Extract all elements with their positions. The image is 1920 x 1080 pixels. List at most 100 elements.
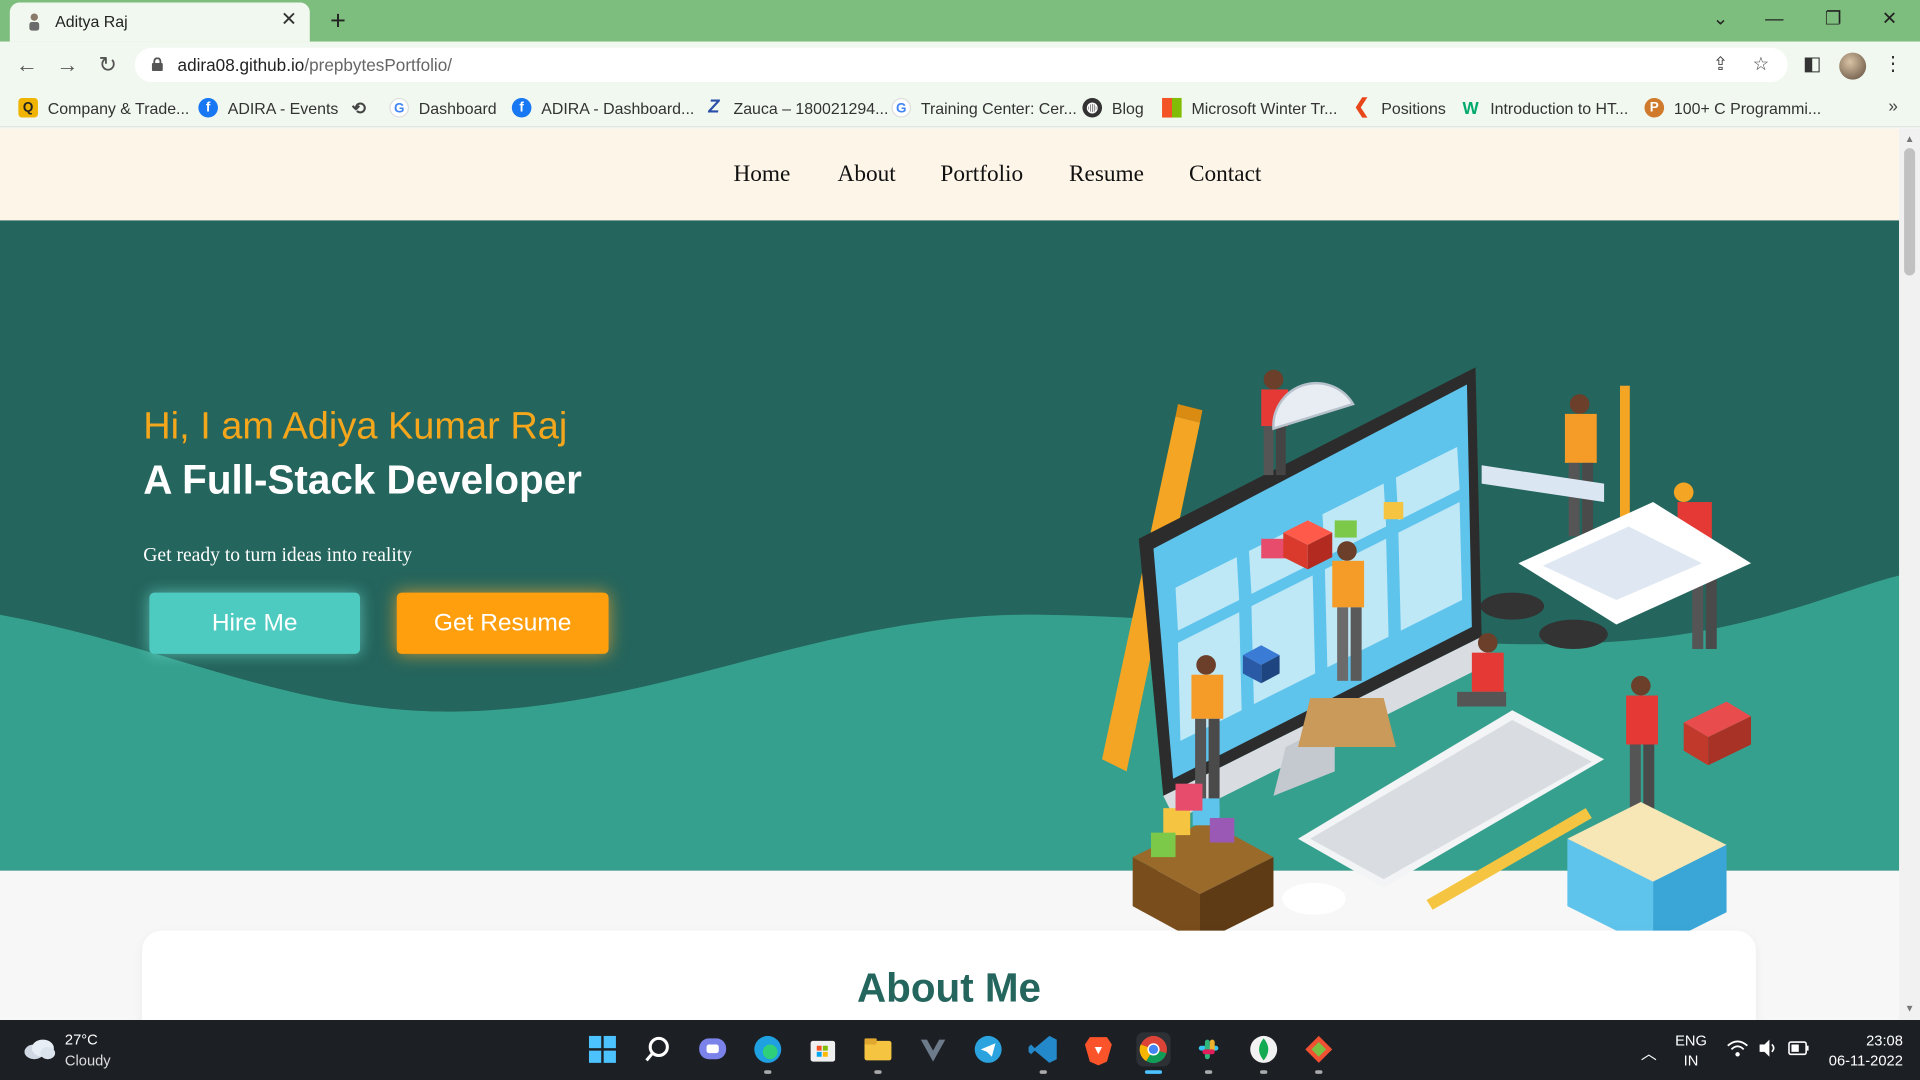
hero-headline: A Full-Stack Developer bbox=[143, 456, 582, 503]
scroll-down-icon[interactable]: ▼ bbox=[1904, 1003, 1915, 1015]
running-indicator bbox=[1039, 1070, 1047, 1074]
weather-description[interactable]: Cloudy bbox=[65, 1052, 111, 1069]
bookmark-label: Zauca – 180021294... bbox=[733, 98, 889, 117]
scroll-up-icon[interactable]: ▲ bbox=[1904, 133, 1915, 145]
share-icon[interactable]: ⇪ bbox=[1708, 53, 1732, 77]
url-text: adira08.github.io/prepbytesPortfolio/ bbox=[178, 55, 452, 75]
forward-button[interactable]: → bbox=[54, 51, 81, 78]
url-path: /prepbytesPortfolio/ bbox=[304, 55, 453, 75]
nav-about[interactable]: About bbox=[838, 162, 896, 189]
bookmark-star-icon[interactable]: ☆ bbox=[1749, 53, 1773, 77]
bookmark-label: Blog bbox=[1111, 98, 1144, 117]
wifi-icon[interactable] bbox=[1727, 1038, 1749, 1058]
scroll-thumb[interactable] bbox=[1904, 148, 1916, 276]
profile-avatar[interactable] bbox=[1839, 52, 1867, 80]
bookmark-label: ADIRA - Dashboard... bbox=[541, 98, 695, 117]
minimize-button[interactable]: — bbox=[1756, 5, 1793, 34]
mongodb-compass-icon[interactable] bbox=[1247, 1032, 1281, 1074]
bookmark-item[interactable]: Z Zauca – 180021294... bbox=[704, 96, 888, 120]
bookmark-item[interactable]: f ADIRA - Dashboard... bbox=[511, 96, 695, 120]
running-indicator bbox=[1204, 1070, 1213, 1074]
new-tab-button[interactable]: + bbox=[322, 5, 354, 37]
language-indicator[interactable]: ENG IN bbox=[1675, 1031, 1707, 1070]
file-explorer-icon[interactable] bbox=[861, 1032, 895, 1074]
hire-me-button[interactable]: Hire Me bbox=[149, 592, 361, 654]
bookmark-item[interactable]: Q Company & Trade... bbox=[18, 96, 189, 120]
bookmark-item[interactable]: ⟲ bbox=[349, 96, 378, 120]
running-indicator bbox=[1260, 1070, 1268, 1074]
get-resume-button[interactable]: Get Resume bbox=[396, 592, 609, 654]
facebook-icon: f bbox=[198, 97, 218, 118]
tab-search-icon[interactable]: ⌄ bbox=[1702, 5, 1739, 34]
microsoft-store-icon[interactable] bbox=[806, 1032, 840, 1066]
nav-contact[interactable]: Contact bbox=[1189, 162, 1261, 189]
running-indicator bbox=[764, 1070, 772, 1074]
clock-date: 06-11-2022 bbox=[1828, 1051, 1903, 1069]
bookmark-item[interactable]: f ADIRA - Events bbox=[198, 96, 338, 120]
address-bar[interactable]: adira08.github.io/prepbytesPortfolio/ ⇪ … bbox=[134, 47, 1788, 83]
browser-tab[interactable]: Aditya Raj ✕ bbox=[9, 2, 310, 42]
battery-icon[interactable] bbox=[1788, 1040, 1810, 1057]
chrome-browser-icon[interactable] bbox=[1136, 1032, 1171, 1074]
bookmark-label: Training Center: Cer... bbox=[920, 98, 1077, 117]
running-indicator bbox=[1315, 1070, 1323, 1074]
browser-toolbar: ← → ↻ adira08.github.io/prepbytesPortfol… bbox=[0, 41, 1920, 89]
bookmark-item[interactable]: ❮ Positions bbox=[1352, 96, 1445, 120]
telegram-icon[interactable] bbox=[971, 1032, 1005, 1066]
teams-chat-icon[interactable] bbox=[696, 1032, 730, 1066]
show-hidden-icons[interactable]: ︿ bbox=[1641, 1041, 1657, 1064]
clock-time: 23:08 bbox=[1866, 1032, 1903, 1050]
globe-icon: ◍ bbox=[1082, 97, 1103, 118]
chrome-menu-icon[interactable]: ⋮ bbox=[1880, 51, 1907, 78]
page-viewport: Home About Portfolio Resume Contact Hi, … bbox=[0, 128, 1900, 1021]
side-panel-icon[interactable]: ◧ bbox=[1799, 51, 1826, 78]
hero-tagline: Get ready to turn ideas into reality bbox=[143, 544, 413, 566]
running-indicator bbox=[874, 1070, 882, 1074]
bookmark-item[interactable]: Microsoft Winter Tr... bbox=[1162, 96, 1337, 120]
url-host: adira08.github.io bbox=[177, 55, 305, 75]
more-bookmarks-icon[interactable]: » bbox=[1888, 96, 1898, 116]
nav-portfolio[interactable]: Portfolio bbox=[940, 162, 1023, 189]
nav-resume[interactable]: Resume bbox=[1069, 162, 1144, 189]
bookmark-label: Dashboard bbox=[418, 98, 497, 117]
google-icon: G bbox=[389, 97, 409, 118]
nav-home[interactable]: Home bbox=[733, 162, 790, 189]
running-indicator bbox=[1144, 1070, 1163, 1074]
site-navbar: Home About Portfolio Resume Contact bbox=[0, 128, 1900, 221]
hero-greeting: Hi, I am Adiya Kumar Raj bbox=[143, 404, 568, 447]
bookmark-item[interactable]: G Dashboard bbox=[389, 96, 497, 120]
search-icon[interactable] bbox=[640, 1032, 674, 1066]
bookmarks-bar: Q Company & Trade... f ADIRA - Events ⟲ GD… bbox=[0, 88, 1920, 128]
about-title: About Me bbox=[856, 964, 1042, 1011]
bookmark-item[interactable]: ◍ Blog bbox=[1082, 96, 1144, 120]
volume-icon[interactable] bbox=[1757, 1038, 1779, 1058]
bookmark-item[interactable]: G Training Center: Cer... bbox=[891, 96, 1077, 120]
bookmark-item[interactable]: P 100+ C Programmi... bbox=[1644, 96, 1822, 120]
microsoft-icon bbox=[1162, 97, 1182, 118]
predator-sense-icon[interactable] bbox=[916, 1032, 950, 1066]
tab-strip: Aditya Raj ✕ + ⌄ — ❐ ✕ bbox=[0, 0, 1920, 42]
about-card: About Me bbox=[142, 930, 1756, 1021]
close-window-button[interactable]: ✕ bbox=[1871, 5, 1908, 34]
github-desktop-icon[interactable] bbox=[1302, 1032, 1336, 1074]
edge-browser-icon[interactable] bbox=[751, 1032, 785, 1074]
page-scrollbar[interactable]: ▲ ▼ bbox=[1899, 128, 1920, 1021]
restore-button[interactable]: ❐ bbox=[1815, 5, 1852, 34]
vscode-icon[interactable] bbox=[1026, 1032, 1060, 1074]
google-icon: G bbox=[891, 97, 912, 118]
brave-browser-icon[interactable] bbox=[1081, 1032, 1115, 1066]
reload-button[interactable]: ↻ bbox=[94, 51, 121, 78]
system-clock[interactable]: 23:08 06-11-2022 bbox=[1825, 1031, 1903, 1070]
bookmark-label: Company & Trade... bbox=[47, 98, 190, 117]
region-code: IN bbox=[1683, 1051, 1699, 1069]
slack-icon[interactable] bbox=[1191, 1032, 1225, 1074]
zauca-icon: Z bbox=[708, 96, 720, 118]
windows-start-icon[interactable] bbox=[585, 1032, 619, 1066]
back-button[interactable]: ← bbox=[13, 51, 40, 78]
history-icon: ⟲ bbox=[351, 97, 366, 118]
bookmark-item[interactable]: W Introduction to HT... bbox=[1461, 96, 1629, 120]
cloud-icon bbox=[24, 1039, 56, 1060]
bookmark-label: 100+ C Programmi... bbox=[1673, 98, 1822, 117]
weather-temperature[interactable]: 27°C bbox=[65, 1031, 98, 1048]
close-tab-icon[interactable]: ✕ bbox=[278, 10, 300, 32]
